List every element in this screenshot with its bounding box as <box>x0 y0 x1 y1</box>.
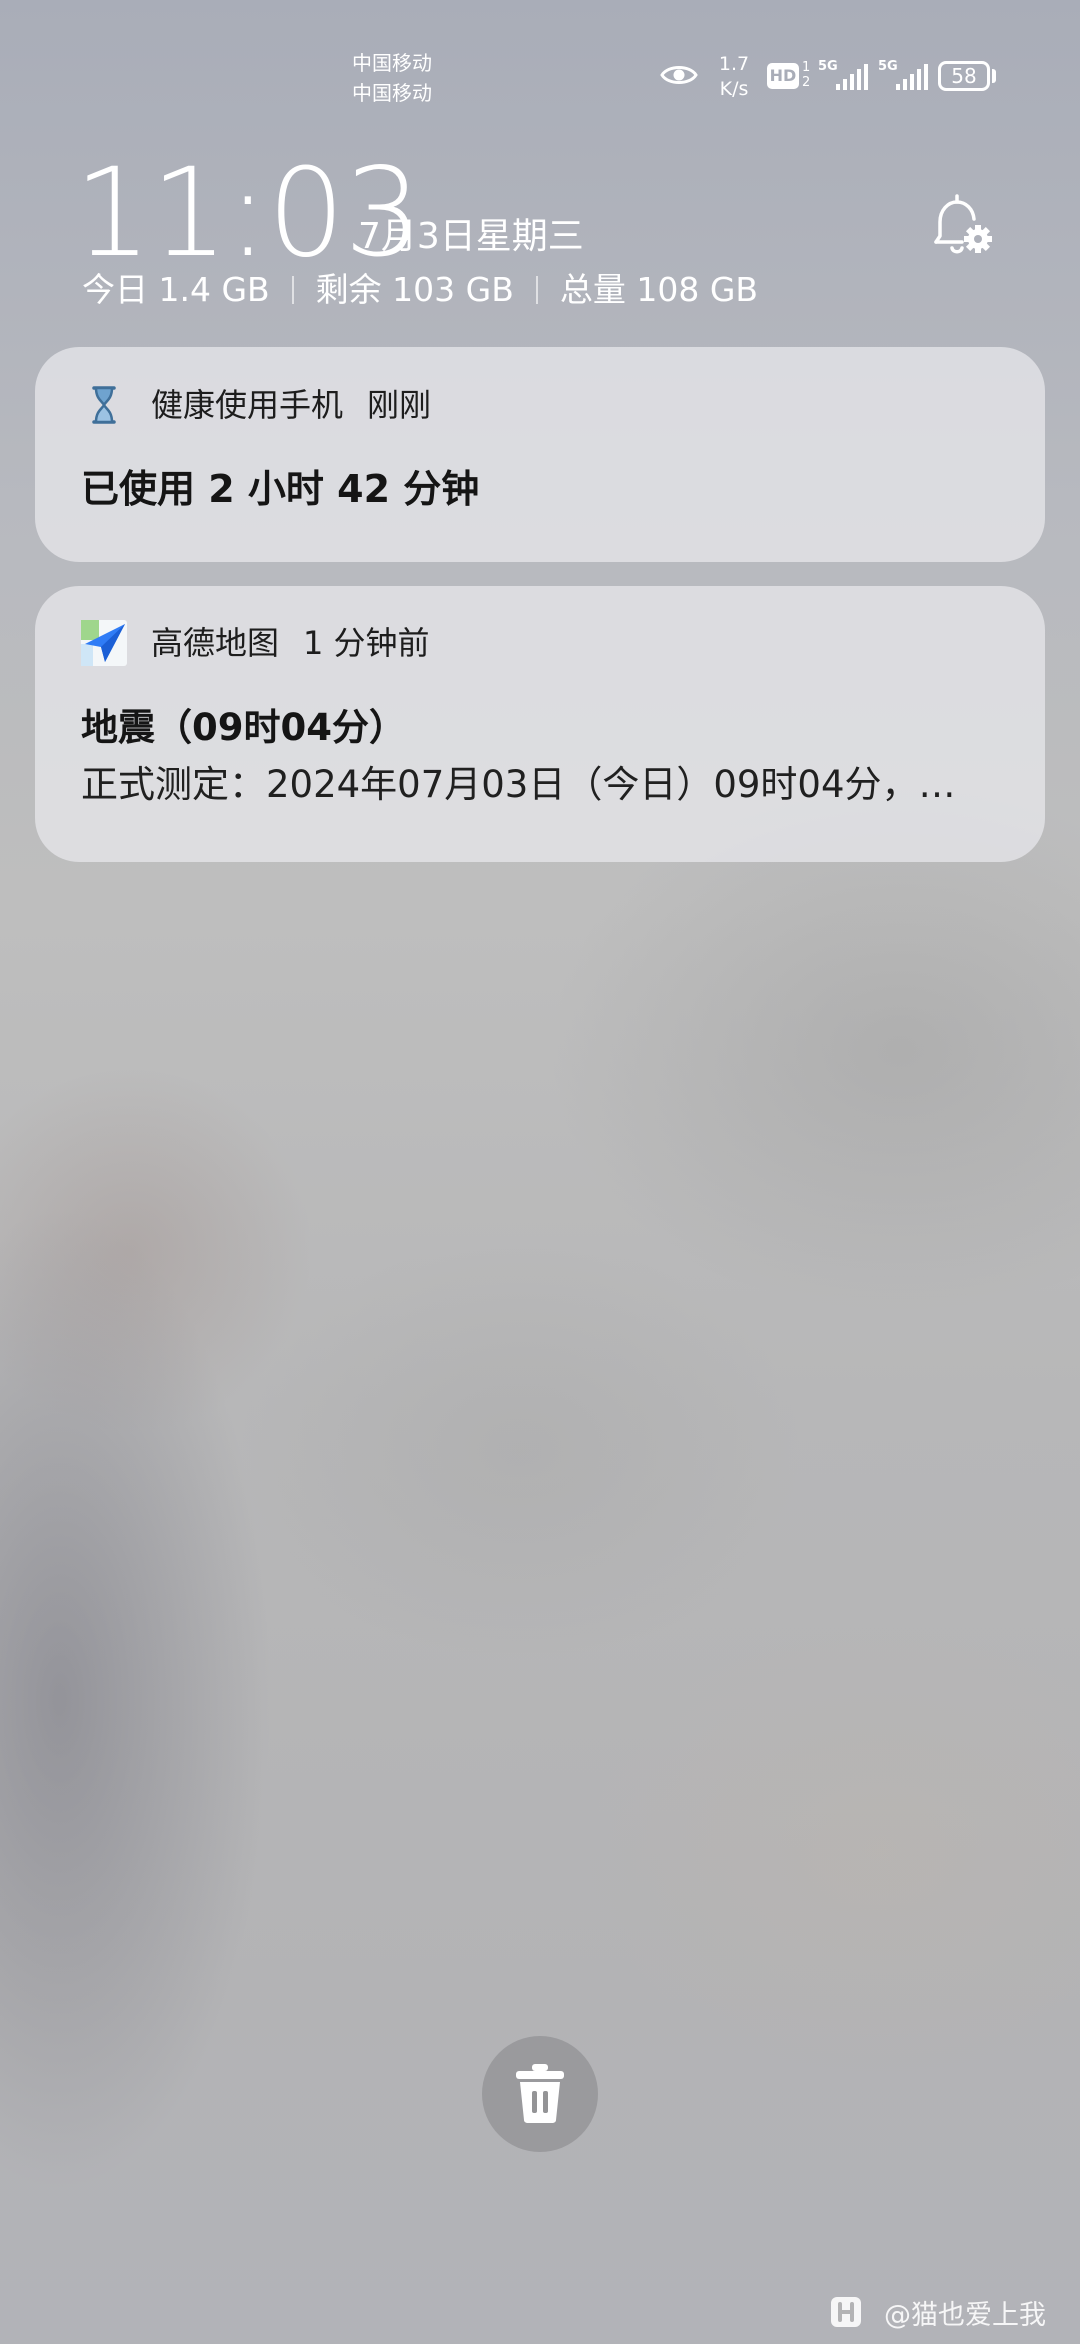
notification-time: 1 分钟前 <box>303 624 430 662</box>
hourglass-icon <box>92 386 116 424</box>
status-bar: 中国移动 中国移动 1.7 K/s HD 1 2 5G 5G 58 <box>0 0 1080 150</box>
notification-title: 已使用 2 小时 42 分钟 <box>81 467 480 511</box>
storage-today: 今日 1.4 GB <box>82 270 270 309</box>
storage-divider <box>535 276 538 304</box>
network-type-sim-1: 5G <box>818 59 838 74</box>
amap-navigation-icon <box>81 620 127 666</box>
lock-clock-date: 7月3日星期三 <box>358 216 584 257</box>
carrier-2-label: 中国移动 <box>352 81 432 105</box>
clear-notifications-button[interactable] <box>482 2036 598 2152</box>
network-speed-unit: K/s <box>719 78 749 100</box>
trash-icon <box>516 2064 564 2123</box>
network-type-sim-2: 5G <box>878 59 898 74</box>
notification-app-name: 高德地图 <box>151 624 280 662</box>
storage-summary: 今日 1.4 GB 剩余 103 GB 总量 108 GB <box>82 268 758 312</box>
hd-badge: HD <box>767 63 799 89</box>
hd-sim-indicators: 1 2 <box>802 60 810 90</box>
eye-icon <box>660 66 698 84</box>
watermark: @猫也爱上我 <box>830 2294 1046 2331</box>
signal-bars-icon <box>836 64 868 90</box>
hupu-logo-icon <box>831 2297 861 2327</box>
battery-tip <box>992 69 996 83</box>
network-speed-value: 1.7 <box>718 53 750 75</box>
notification-card-digital-balance[interactable]: 健康使用手机 刚刚 已使用 2 小时 42 分钟 <box>35 347 1045 562</box>
hd-sim-1: 1 <box>802 60 811 75</box>
storage-remaining: 剩余 103 GB <box>315 270 514 309</box>
signal-bars-icon <box>896 64 928 90</box>
watermark-text: @猫也爱上我 <box>884 2299 1046 2331</box>
carrier-labels: 中国移动 中国移动 <box>352 48 432 108</box>
notification-header: 健康使用手机 刚刚 <box>151 383 431 427</box>
battery-icon: 58 <box>938 61 990 91</box>
storage-total: 总量 108 GB <box>559 270 759 309</box>
signal-strength-sim-2: 5G <box>878 60 934 92</box>
notification-time: 刚刚 <box>367 386 432 424</box>
notification-app-name: 健康使用手机 <box>151 386 344 424</box>
signal-strength-sim-1: 5G <box>818 60 874 92</box>
network-speed: 1.7 K/s <box>712 52 756 102</box>
hd-sim-2: 2 <box>802 75 811 90</box>
bell-settings-icon[interactable] <box>926 192 996 262</box>
notification-card-amap[interactable]: 高德地图 1 分钟前 地震（09时04分） 正式测定：2024年07月03日（今日… <box>35 586 1045 862</box>
notification-body: 正式测定：2024年07月03日（今日）09时04分，… <box>81 763 956 806</box>
carrier-1-label: 中国移动 <box>352 51 432 75</box>
notification-header: 高德地图 1 分钟前 <box>151 621 430 665</box>
storage-divider <box>291 276 294 304</box>
notification-title: 地震（09时04分） <box>81 706 406 749</box>
